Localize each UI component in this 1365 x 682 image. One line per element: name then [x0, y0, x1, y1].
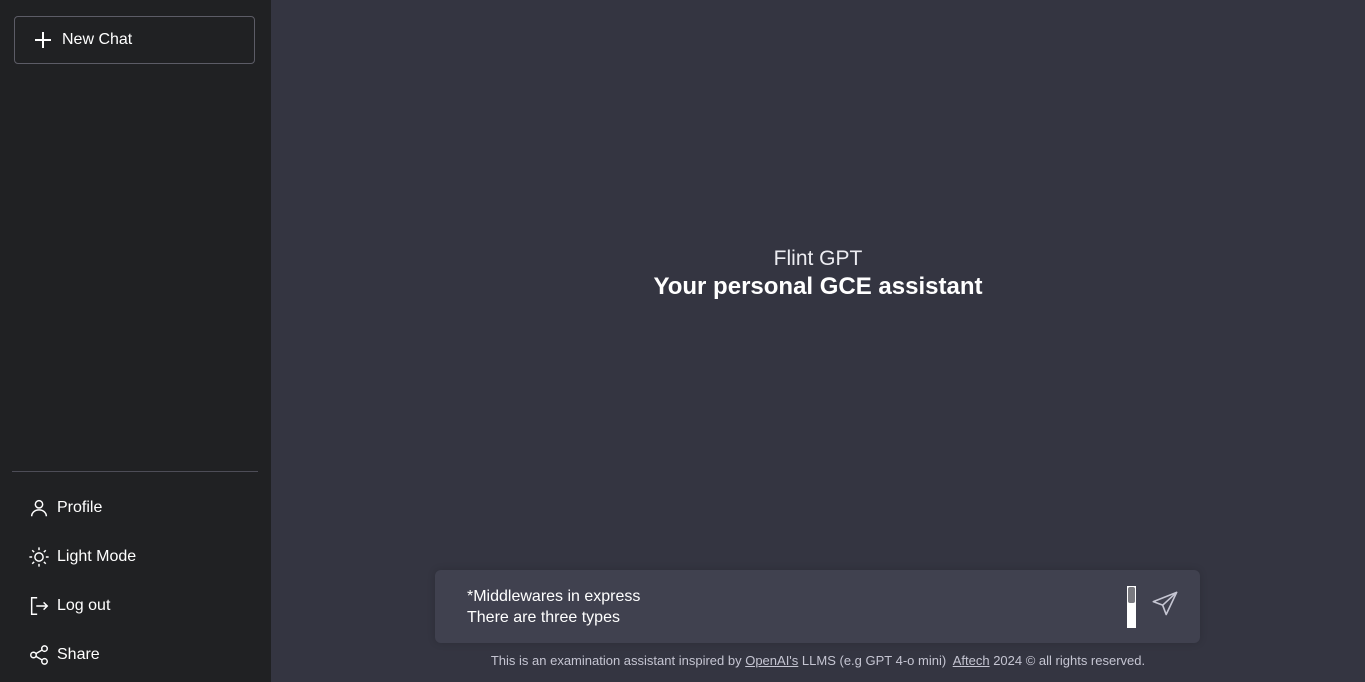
sidebar-item-label: Light Mode: [57, 547, 137, 565]
sidebar-divider: [12, 471, 258, 472]
sidebar-item-log-out[interactable]: Log out: [27, 581, 136, 630]
scrollbar-thumb[interactable]: [1128, 587, 1135, 603]
sun-icon: [27, 545, 51, 569]
message-composer: [435, 570, 1200, 643]
app-title: Flint GPT: [773, 247, 863, 270]
footer-disclaimer: This is an examination assistant inspire…: [271, 653, 1365, 668]
sidebar-item-light-mode[interactable]: Light Mode: [27, 532, 136, 581]
share-icon: [27, 643, 51, 667]
aftech-link[interactable]: Aftech: [953, 653, 990, 668]
send-button[interactable]: [1150, 591, 1180, 621]
logout-icon: [27, 594, 51, 618]
user-icon: [27, 496, 51, 520]
app-subtitle: Your personal GCE assistant: [653, 273, 983, 300]
footer-middle: LLMS (e.g GPT 4-o mini): [801, 653, 947, 668]
new-chat-button[interactable]: New Chat: [14, 16, 255, 64]
sidebar-item-profile[interactable]: Profile: [27, 483, 136, 532]
footer-prefix: This is an examination assistant inspire…: [490, 653, 742, 668]
sidebar-item-label: Profile: [57, 498, 103, 516]
message-input[interactable]: [467, 586, 1117, 632]
send-icon: [1151, 590, 1179, 623]
hero: Flint GPT Your personal GCE assistant: [271, 246, 1365, 302]
sidebar-item-label: Log out: [57, 596, 111, 614]
footer-suffix: 2024 © all rights reserved.: [993, 653, 1146, 668]
sidebar: New Chat Profile Light Mode Log out Shar…: [0, 0, 271, 682]
plus-icon: [34, 31, 52, 49]
openai-link[interactable]: OpenAI's: [745, 653, 798, 668]
new-chat-label: New Chat: [62, 31, 133, 48]
input-scrollbar[interactable]: [1127, 586, 1136, 628]
sidebar-item-label: Share: [57, 645, 100, 663]
sidebar-menu: Profile Light Mode Log out Share: [27, 483, 136, 679]
sidebar-item-share[interactable]: Share: [27, 630, 136, 679]
